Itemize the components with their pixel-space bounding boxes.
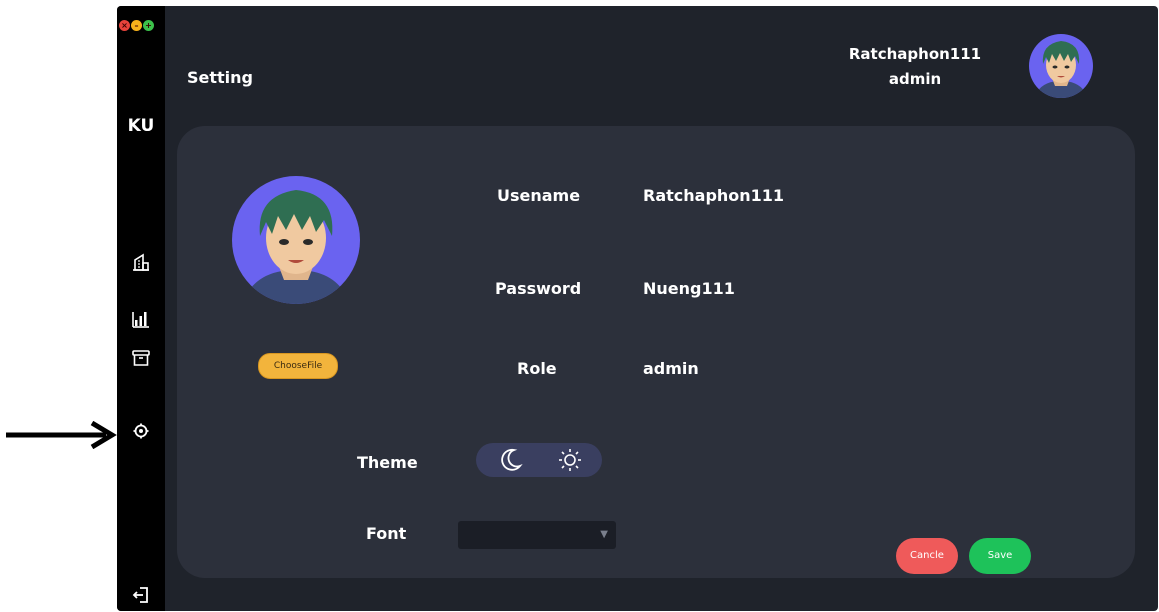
- role-label: Role: [517, 359, 557, 378]
- light-theme-option[interactable]: [540, 443, 600, 477]
- font-select[interactable]: ▼: [458, 521, 616, 549]
- app-window: × – + KU Setting Ratchaphon111 admin Cho…: [117, 6, 1158, 611]
- chevron-down-icon: ▼: [600, 529, 608, 540]
- username-value: Ratchaphon111: [643, 186, 785, 205]
- password-value: Nueng111: [643, 279, 735, 298]
- header-username: Ratchaphon111: [848, 45, 982, 63]
- bar-chart-icon[interactable]: [131, 309, 151, 329]
- sun-icon: [559, 449, 581, 471]
- minimize-window-button[interactable]: –: [131, 20, 142, 31]
- username-label: Usename: [497, 186, 581, 205]
- settings-card: ChooseFile Usename Ratchaphon111 Passwor…: [177, 126, 1135, 578]
- gear-icon[interactable]: [131, 421, 151, 441]
- brand-logo: KU: [127, 116, 155, 136]
- choose-file-button[interactable]: ChooseFile: [258, 353, 338, 379]
- annotation-arrow: [6, 421, 117, 449]
- theme-toggle[interactable]: [476, 443, 602, 477]
- moon-icon: [501, 448, 523, 471]
- sidebar: × – + KU: [117, 6, 165, 611]
- theme-label: Theme: [357, 453, 418, 472]
- building-icon[interactable]: [131, 252, 151, 272]
- avatar[interactable]: [1029, 34, 1093, 98]
- password-label: Password: [495, 279, 582, 298]
- cancel-button[interactable]: Cancle: [896, 538, 958, 574]
- dark-theme-option[interactable]: [480, 443, 540, 477]
- header-user-info: Ratchaphon111 admin: [833, 42, 997, 92]
- logout-icon[interactable]: [131, 585, 151, 605]
- font-label: Font: [366, 524, 407, 543]
- close-window-button[interactable]: ×: [119, 20, 130, 31]
- archive-box-icon[interactable]: [131, 348, 151, 368]
- header-user-role: admin: [888, 70, 942, 88]
- maximize-window-button[interactable]: +: [143, 20, 154, 31]
- role-value: admin: [643, 359, 699, 378]
- profile-avatar: [232, 176, 360, 304]
- page-title: Setting: [187, 68, 253, 87]
- save-button[interactable]: Save: [969, 538, 1031, 574]
